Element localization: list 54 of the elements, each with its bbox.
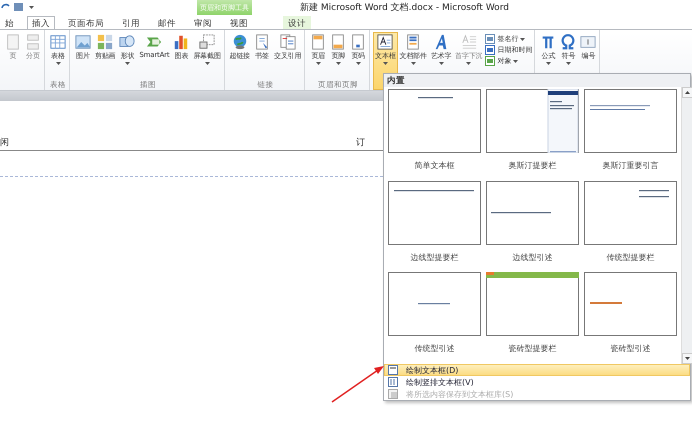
table-icon [50,34,66,50]
bookmark-icon [254,34,270,50]
screenshot-icon [199,34,215,50]
page-footer-icon [330,34,346,50]
gallery-item[interactable]: 简单文本框 [388,89,481,181]
page-number-icon [350,34,366,50]
ribbon-tab[interactable]: 审阅 [189,16,217,29]
page-break-icon [25,34,41,50]
gallery-item[interactable]: 边线型提要栏 [388,180,481,272]
document-text: 闲 [0,136,10,149]
clip-art-icon [97,34,114,50]
scroll-down-button[interactable] [682,353,692,364]
shapes-icon [119,34,136,50]
ribbon-tab[interactable]: 设计 [283,16,311,29]
scroll-up-button[interactable] [682,87,692,98]
ribbon-tab[interactable]: 邮件 [153,16,181,29]
ribbon-tab[interactable]: 视图 [225,16,253,29]
gallery-item[interactable]: 传统型提要栏 [584,180,677,272]
vertical-text-box-icon [388,377,398,387]
text-box-icon [388,365,398,375]
pi-icon [540,34,556,50]
annotation-arrow [330,364,386,404]
gallery-item[interactable]: 瓷砖型提要栏 [486,272,579,364]
up-arrow-icon [685,91,690,94]
menu-item[interactable]: 绘制竖排文本框(V) [384,376,690,388]
text-box-icon [377,34,394,50]
number-icon [580,34,596,50]
omega-icon [560,34,576,50]
menu-item[interactable]: 绘制文本框(D) [384,364,690,376]
ribbon-tab[interactable]: 始 [0,16,19,29]
down-arrow-icon [685,357,690,360]
gallery-item[interactable]: 瓷砖型引述 [584,272,677,364]
ribbon-tab[interactable]: 页面布局 [63,16,109,29]
drop-cap-icon [460,34,477,50]
document-text: 订 [356,136,366,149]
gallery-item[interactable]: 传统型引述 [388,272,481,364]
globe-icon [232,34,248,50]
window-title: 新建 Microsoft Word 文档.docx - Microsoft Word [300,2,509,14]
ribbon-tab[interactable]: 插入 [27,16,55,29]
gallery-item[interactable]: 奥斯汀提要栏 [486,89,579,181]
page-header-icon [310,34,326,50]
ribbon-tab[interactable]: 引用 [117,16,145,29]
calendar-icon [485,45,496,55]
bar-chart-icon [173,34,190,50]
object-icon [485,56,496,66]
page-icon [5,34,21,50]
gallery-item[interactable]: 边线型引述 [486,180,579,272]
signature-line-icon [485,34,496,44]
wordart-icon [433,34,450,50]
cross-reference-icon [280,34,296,50]
picture-icon [75,34,91,50]
section-heading: 内置 [384,74,690,87]
gallery-item[interactable]: 奥斯汀重要引言 [584,89,677,181]
document-parts-icon [405,34,422,50]
